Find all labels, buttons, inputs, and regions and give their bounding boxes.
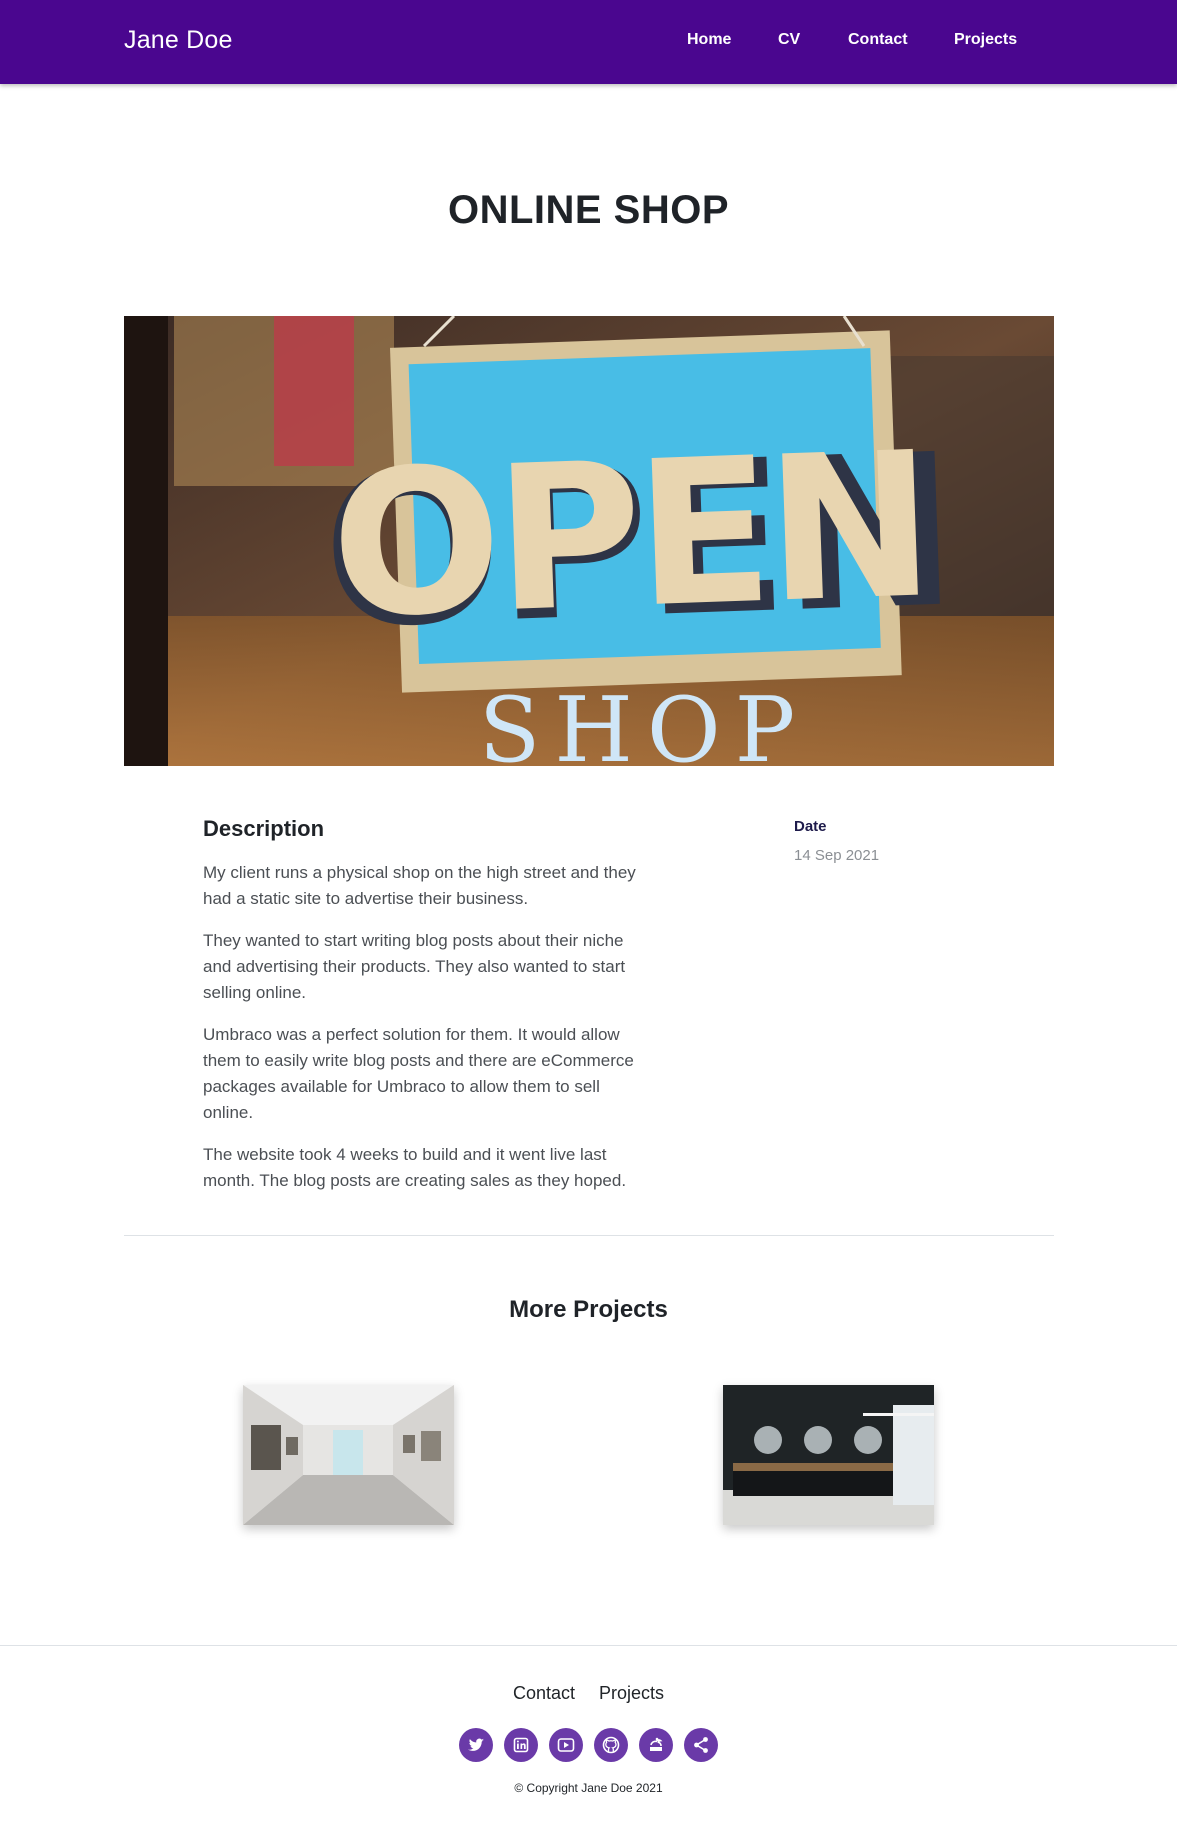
nav-cv-link[interactable]: CV	[778, 31, 800, 49]
description-paragraph: They wanted to start writing blog posts …	[203, 931, 626, 1002]
description-heading: Description	[203, 816, 325, 841]
more-projects-heading: More Projects	[509, 1296, 668, 1323]
linkedin-icon[interactable]	[504, 1728, 538, 1762]
sign-text: OPEN	[328, 409, 932, 663]
date-label: Date	[794, 818, 827, 835]
stackoverflow-icon[interactable]	[639, 1728, 673, 1762]
copyright-text: © Copyright Jane Doe 2021	[514, 1781, 663, 1795]
nav-projects-link[interactable]: Projects	[954, 31, 1017, 49]
navbar: Jane Doe Home CV Contact Projects	[0, 0, 1177, 84]
salon-interior-photo	[723, 1385, 934, 1525]
date-value: 14 Sep 2021	[794, 847, 880, 864]
footer-contact-link[interactable]: Contact	[513, 1683, 575, 1704]
twitter-icon[interactable]	[459, 1728, 493, 1762]
description-body: My client runs a physical shop on the hi…	[203, 860, 653, 1210]
hero-image: OPEN OPEN SHOP	[124, 316, 1054, 766]
footer-divider	[0, 1645, 1177, 1646]
art-gallery-photo	[243, 1385, 454, 1525]
description-paragraph: My client runs a physical shop on the hi…	[203, 863, 636, 908]
main-nav: Home CV Contact Projects	[0, 31, 1177, 55]
page-title: ONLINE SHOP	[447, 188, 730, 232]
description-paragraph: The website took 4 weeks to build and it…	[203, 1145, 627, 1190]
open-sign-photo: OPEN OPEN SHOP	[124, 316, 1054, 766]
nav-home-link[interactable]: Home	[687, 31, 731, 49]
github-icon[interactable]	[594, 1728, 628, 1762]
youtube-icon[interactable]	[549, 1728, 583, 1762]
section-divider	[124, 1235, 1054, 1236]
footer-projects-link[interactable]: Projects	[599, 1683, 664, 1704]
project-thumbnail-gallery[interactable]	[243, 1385, 454, 1525]
nav-contact-link[interactable]: Contact	[848, 31, 908, 49]
window-text: SHOP	[479, 678, 809, 766]
description-paragraph: Umbraco was a perfect solution for them.…	[203, 1025, 634, 1122]
project-thumbnail-salon[interactable]	[723, 1385, 934, 1525]
share-icon[interactable]	[684, 1728, 718, 1762]
